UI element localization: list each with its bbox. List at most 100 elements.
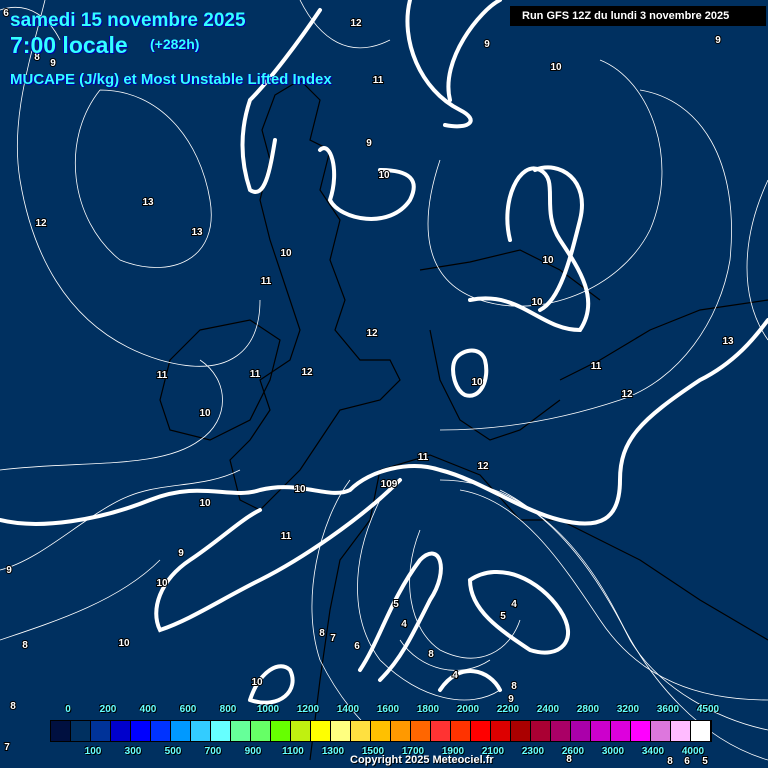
colorbar-swatch [511,721,531,741]
svg-text:12: 12 [477,461,489,472]
svg-text:109: 109 [381,479,398,490]
svg-text:9: 9 [50,58,56,69]
colorbar-swatch [171,721,191,741]
colorbar-swatch [691,721,711,741]
colorbar-swatch [211,721,231,741]
colorbar-swatch [611,721,631,741]
colorbar-swatch [671,721,691,741]
map-canvas: 6 8 9 12 9 10 9 11 13 12 13 9 10 10 10 1… [0,0,768,768]
colorbar-bottom-label: 3400 [641,746,665,757]
svg-text:11: 11 [373,75,384,86]
svg-text:12: 12 [350,18,362,29]
svg-text:13: 13 [722,336,734,347]
colorbar-bottom-label: 4000 [681,746,705,757]
svg-text:9: 9 [6,565,12,576]
colorbar-top-label: 2800 [576,704,600,715]
colorbar-swatch [131,721,151,741]
colorbar-swatch [551,721,571,741]
colorbar-top-label: 0 [65,704,71,715]
svg-text:8: 8 [667,756,673,767]
svg-text:8: 8 [511,681,517,692]
colorbar-top-label: 600 [179,704,197,715]
forecast-time: 7:00 locale [10,32,128,58]
svg-text:5: 5 [702,756,708,767]
colorbar-bottom-label: 1300 [321,746,345,757]
svg-text:12: 12 [301,367,313,378]
svg-text:6: 6 [3,8,9,19]
svg-text:8: 8 [10,701,16,712]
svg-text:6: 6 [684,756,690,767]
svg-text:10: 10 [156,578,168,589]
colorbar-bottom-label: 500 [164,746,182,757]
colorbar-swatch [271,721,291,741]
colorbar-swatch [191,721,211,741]
colorbar-top-label: 3200 [616,704,640,715]
svg-text:8: 8 [428,649,434,660]
svg-text:5: 5 [393,599,399,610]
colorbar-swatch [471,721,491,741]
copyright: Copyright 2025 Meteociel.fr [350,754,494,766]
colorbar-swatch [231,721,251,741]
svg-text:10: 10 [294,484,306,495]
svg-text:4: 4 [511,599,517,610]
colorbar-swatch [91,721,111,741]
colorbar-top-label: 800 [219,704,237,715]
colorbar-swatch [331,721,351,741]
colorbar-swatch [631,721,651,741]
svg-text:9: 9 [715,35,721,46]
parameter-title: MUCAPE (J/kg) et Most Unstable Lifted In… [10,71,332,88]
svg-text:10: 10 [471,377,483,388]
thick-contours [0,0,768,705]
svg-text:5: 5 [500,611,506,622]
colorbar-swatch [651,721,671,741]
svg-text:7: 7 [330,633,336,644]
svg-text:10: 10 [118,638,130,649]
svg-text:10: 10 [199,498,211,509]
svg-text:8: 8 [22,640,28,651]
colorbar-top-label: 1600 [376,704,400,715]
svg-text:13: 13 [142,197,154,208]
svg-text:9: 9 [366,138,372,149]
colorbar-swatch [491,721,511,741]
svg-text:10: 10 [280,248,292,259]
colorbar [50,720,712,742]
colorbar-top-label: 1800 [416,704,440,715]
colorbar-top-label: 3600 [656,704,680,715]
colorbar-bottom-label: 2600 [561,746,585,757]
colorbar-top-label: 4500 [696,704,720,715]
forecast-date: samedi 15 novembre 2025 [10,10,246,31]
svg-text:11: 11 [418,452,429,463]
svg-text:10: 10 [378,170,390,181]
svg-text:11: 11 [281,531,292,542]
svg-text:13: 13 [191,227,203,238]
colorbar-swatch [431,721,451,741]
svg-text:4: 4 [401,619,407,630]
svg-text:4: 4 [452,670,458,681]
colorbar-bottom-label: 100 [84,746,102,757]
svg-text:6: 6 [354,641,360,652]
colorbar-top-label: 400 [139,704,157,715]
svg-text:12: 12 [35,218,47,229]
colorbar-bottom-label: 1100 [282,746,304,757]
colorbar-bottom-label: 700 [204,746,222,757]
svg-text:10: 10 [199,408,211,419]
colorbar-swatch [291,721,311,741]
colorbar-swatch [71,721,91,741]
svg-text:11: 11 [250,369,261,380]
colorbar-bottom-label: 300 [124,746,142,757]
colorbar-swatch [411,721,431,741]
colorbar-top-label: 1200 [296,704,320,715]
thin-contours [0,0,768,761]
colorbar-swatch [251,721,271,741]
colorbar-top-label: 2000 [456,704,480,715]
colorbar-swatch [391,721,411,741]
colorbar-swatch [351,721,371,741]
svg-text:8: 8 [319,628,325,639]
svg-text:11: 11 [591,361,602,372]
svg-text:10: 10 [550,62,562,73]
svg-text:11: 11 [157,370,168,381]
svg-text:11: 11 [261,276,272,287]
colorbar-swatch [531,721,551,741]
colorbar-bottom-label: 2300 [521,746,545,757]
svg-text:10: 10 [542,255,554,266]
